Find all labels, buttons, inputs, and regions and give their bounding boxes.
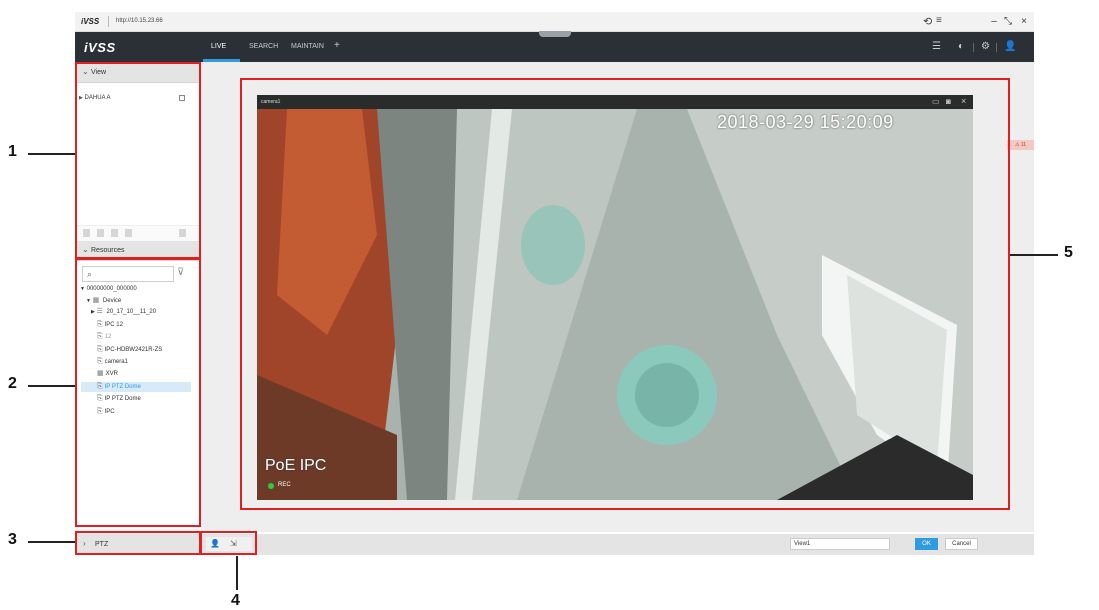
settings-icon[interactable]: ⚙: [981, 41, 990, 52]
cancel-button[interactable]: Cancel: [945, 538, 978, 550]
annotation-label-3: 3: [8, 531, 17, 548]
annotation-label-2: 2: [8, 375, 17, 392]
ok-button[interactable]: OK: [915, 538, 938, 550]
annotation-line-5: [1010, 254, 1058, 256]
header-divider: [996, 43, 997, 52]
tab-live[interactable]: LIVE: [211, 43, 226, 50]
annotation-label-1: 1: [8, 143, 17, 160]
annotation-box-1: [75, 62, 201, 260]
add-tab-button[interactable]: +: [334, 40, 340, 51]
view-name-input[interactable]: View1: [790, 538, 890, 550]
annotation-box-3: [75, 531, 201, 555]
annotation-label-4: 4: [231, 592, 240, 609]
menu-icon[interactable]: ≡: [936, 15, 942, 26]
collapse-handle[interactable]: [539, 31, 571, 37]
app-logo: iVSS: [84, 40, 116, 55]
annotation-line-1: [28, 153, 75, 155]
tab-maintain[interactable]: MAINTAIN: [291, 43, 324, 50]
annotation-label-5: 5: [1064, 244, 1073, 261]
tab-search[interactable]: SEARCH: [249, 43, 278, 50]
browser-brand: iVSS: [81, 17, 100, 26]
annotation-box-4: [200, 531, 257, 555]
header-divider: [973, 43, 974, 52]
annotation-line-2: [28, 385, 75, 387]
address-bar[interactable]: http://10.15.23.66: [116, 18, 163, 24]
app-header: iVSS LIVE SEARCH MAINTAIN + ☰ ◐ ⚙ 👤: [75, 31, 1034, 62]
close-button[interactable]: ×: [1015, 13, 1033, 30]
annotation-line-4: [236, 556, 238, 590]
display-icon[interactable]: ◐: [958, 41, 964, 52]
list-icon[interactable]: ☰: [932, 41, 941, 52]
bottom-toolbar: [201, 534, 1034, 555]
annotation-box-2: [75, 257, 201, 527]
annotation-line-3: [28, 541, 75, 543]
alarm-badge[interactable]: ⚠ 11: [1007, 140, 1034, 150]
annotation-box-5: [240, 78, 1010, 510]
url-separator: [108, 16, 109, 27]
browser-bar: iVSS http://10.15.23.66 ⟲ ≡ – ⤡ ×: [75, 12, 1034, 32]
user-icon[interactable]: 👤: [1004, 41, 1016, 52]
refresh-icon[interactable]: ⟲: [923, 15, 932, 28]
